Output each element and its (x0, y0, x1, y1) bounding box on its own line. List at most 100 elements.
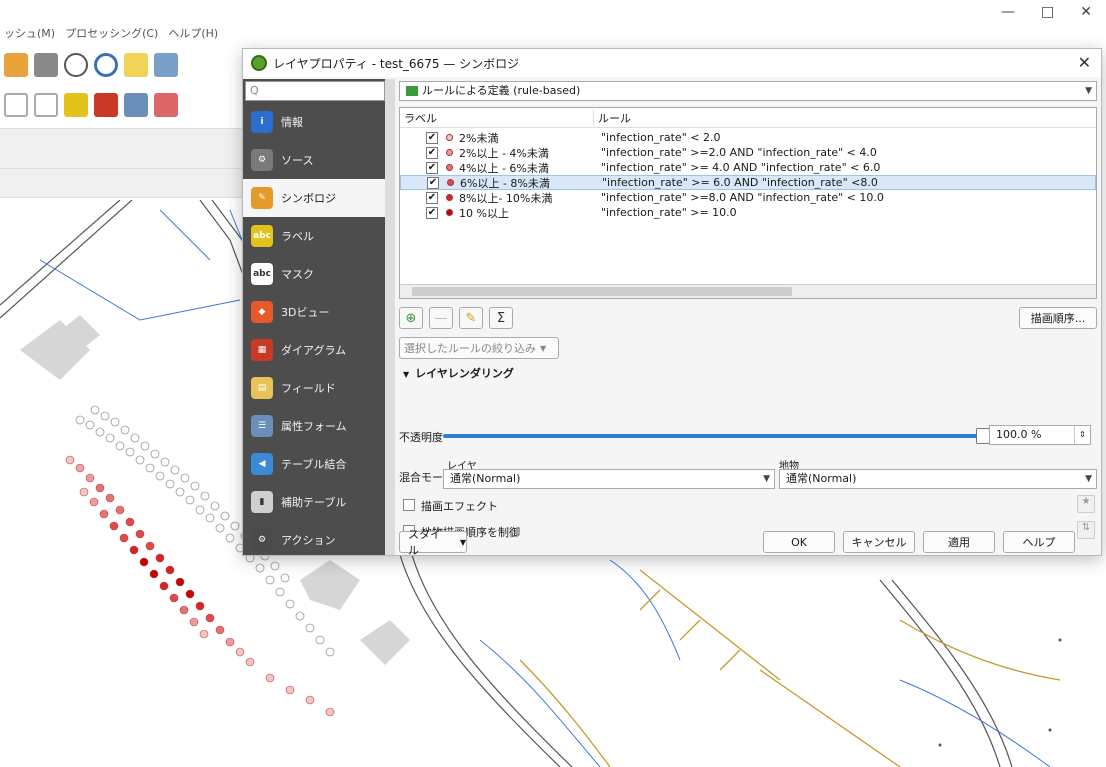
column-rule-header[interactable]: ルール (594, 110, 631, 126)
menu-mesh[interactable]: ッシュ(M) (4, 25, 55, 41)
sidebar-item-label: 属性フォーム (281, 420, 347, 433)
edit-rule-button[interactable]: ✎ (459, 307, 483, 329)
close-window-button[interactable]: ✕ (1080, 4, 1092, 20)
rule-row[interactable]: ✔ 6%以上 - 8%未満 "infection_rate" >= 6.0 AND … (400, 175, 1096, 190)
select-icon[interactable] (124, 53, 148, 77)
sidebar-item-label: 補助テーブル (281, 496, 347, 509)
close-icon[interactable]: ✕ (1078, 53, 1091, 72)
rule-row[interactable]: ✔ 8%以上- 10%未満 "infection_rate" >=8.0 AND "… (400, 190, 1096, 205)
opacity-spinbox[interactable]: 100.0 % ⇕ (989, 425, 1091, 445)
joins-icon: ◀ (251, 453, 273, 475)
rule-row[interactable]: ✔ 2%未満 "infection_rate" < 2.0 (400, 130, 1096, 145)
column-label-header[interactable]: ラベル (400, 109, 594, 126)
add-rule-icon: ⊕ (405, 310, 417, 326)
hscroll-thumb[interactable] (412, 287, 792, 296)
sidebar-item-11[interactable]: ⚙ アクション (243, 521, 385, 559)
style-button[interactable]: スタイル ▼ (399, 528, 467, 557)
rendering-order-button[interactable]: 描画順序... (1019, 307, 1097, 329)
sidebar-item-label: 3Dビュー (281, 306, 330, 319)
sidebar-item-label: マスク (281, 268, 314, 281)
opacity-slider[interactable] (443, 434, 983, 438)
sidebar-item-2[interactable]: ✎ シンボロジ (243, 179, 385, 217)
redo-icon[interactable] (34, 93, 58, 117)
help-button[interactable]: ヘルプ (1003, 531, 1075, 553)
sidebar-item-label: テーブル結合 (281, 458, 347, 471)
rule-expression: "infection_rate" >=8.0 AND "infection_ra… (601, 191, 884, 204)
add-rule-button[interactable]: ⊕ (399, 307, 423, 329)
summary-button[interactable]: Σ (489, 307, 513, 329)
layout-icon[interactable] (4, 53, 28, 77)
rule-checkbox[interactable]: ✔ (427, 176, 439, 189)
rule-label: 2%未満 (459, 131, 499, 145)
rule-expression: "infection_rate" >= 4.0 AND "infection_r… (601, 161, 881, 174)
sidebar-item-1[interactable]: ⚙ ソース (243, 141, 385, 179)
browser-panel-header (0, 128, 258, 198)
diagram-tool-icon[interactable] (94, 93, 118, 117)
orange-lines (519, 569, 1061, 767)
minus-icon: — (434, 310, 448, 326)
undo-icon[interactable] (4, 93, 28, 117)
rule-rows: ✔ 2%未満 "infection_rate" < 2.0 ✔ 2%以上 - 4%未満 "… (400, 128, 1096, 220)
style-label: スタイル (408, 528, 441, 557)
apply-button[interactable]: 適用 (923, 531, 995, 553)
book-icon[interactable] (34, 53, 58, 77)
refresh-icon[interactable] (94, 53, 118, 77)
pencil-icon: ✎ (465, 310, 477, 326)
table-icon[interactable] (154, 53, 178, 77)
rule-tree: ラベル ルール ✔ 2%未満 "infection_rate" < 2.0 ✔ 2%以上… (399, 107, 1097, 299)
rule-checkbox[interactable]: ✔ (426, 161, 438, 174)
rule-label: 6%以上 - 8%未満 (460, 176, 550, 190)
opacity-slider-handle[interactable] (976, 428, 990, 444)
sidebar-item-9[interactable]: ◀ テーブル結合 (243, 445, 385, 483)
rule-tree-hscrollbar[interactable] (400, 284, 1096, 298)
rule-checkbox[interactable]: ✔ (426, 131, 438, 144)
sidebar-item-0[interactable]: i 情報 (243, 103, 385, 141)
sidebar-item-label: ラベル (281, 230, 314, 243)
chevron-down-icon: ▼ (763, 474, 770, 484)
cancel-button[interactable]: キャンセル (843, 531, 915, 553)
sidebar-item-3[interactable]: abc ラベル (243, 217, 385, 255)
sidebar-item-8[interactable]: ☰ 属性フォーム (243, 407, 385, 445)
sidebar-item-10[interactable]: ▮ 補助テーブル (243, 483, 385, 521)
rule-row[interactable]: ✔ 10 %以上 "infection_rate" >= 10.0 (400, 205, 1096, 220)
rule-checkbox[interactable]: ✔ (426, 191, 438, 204)
symbology-panel: ルールによる定義 (rule-based) ▼ ラベル ルール ✔ 2%未満 "in… (399, 79, 1099, 557)
label-tool-icon[interactable] (64, 93, 88, 117)
sidebar-item-6[interactable]: ▦ ダイアグラム (243, 331, 385, 369)
symbol-swatch-icon (446, 194, 453, 201)
renderer-select[interactable]: ルールによる定義 (rule-based) ▼ (399, 81, 1097, 101)
sidebar-item-5[interactable]: ◆ 3Dビュー (243, 293, 385, 331)
draw-effects-label: 描画エフェクト (421, 500, 498, 513)
sidebar-scrollbar[interactable] (385, 79, 395, 555)
menu-help[interactable]: ヘルプ(H) (168, 25, 218, 41)
remove-rule-button[interactable]: — (429, 307, 453, 329)
feature-blend-select[interactable]: 通常(Normal) ▼ (779, 469, 1097, 489)
map-dots (938, 638, 1062, 747)
rule-checkbox[interactable]: ✔ (426, 206, 438, 219)
sidebar-item-4[interactable]: abc マスク (243, 255, 385, 293)
effects-star-icon[interactable]: ★ (1077, 495, 1095, 513)
maximize-button[interactable]: □ (1041, 4, 1054, 20)
dropdown-icon: ▼ (459, 537, 466, 547)
rule-checkbox[interactable]: ✔ (426, 146, 438, 159)
rule-row[interactable]: ✔ 2%以上 - 4%未満 "infection_rate" >=2.0 AND "… (400, 145, 1096, 160)
refine-rule-button[interactable]: 選択したルールの絞り込み ▼ (399, 337, 559, 359)
layer-blend-select[interactable]: 通常(Normal) ▼ (443, 469, 775, 489)
sidebar-search-input[interactable]: Q (245, 81, 385, 101)
collapse-icon: ▼ (403, 370, 410, 379)
spin-arrows-icon[interactable]: ⇕ (1074, 426, 1090, 444)
rule-row[interactable]: ✔ 4%以上 - 6%未満 "infection_rate" >= 4.0 AND … (400, 160, 1096, 175)
layer-rendering-title: レイヤレンダリング (415, 367, 514, 380)
sidebar-item-7[interactable]: ▤ フィールド (243, 369, 385, 407)
label-show-icon[interactable] (154, 93, 178, 117)
layer-rendering-header[interactable]: ▼ レイヤレンダリング (403, 365, 514, 381)
window-controls: — □ ✕ (1001, 4, 1092, 20)
draw-effects-checkbox[interactable] (403, 499, 415, 511)
label-pin-icon[interactable] (124, 93, 148, 117)
main-toolbar-1 (0, 46, 260, 84)
ok-button[interactable]: OK (763, 531, 835, 553)
fields-icon: ▤ (251, 377, 273, 399)
clock-icon[interactable] (64, 53, 88, 77)
minimize-button[interactable]: — (1001, 4, 1015, 20)
menu-processing[interactable]: プロセッシング(C) (65, 25, 158, 41)
